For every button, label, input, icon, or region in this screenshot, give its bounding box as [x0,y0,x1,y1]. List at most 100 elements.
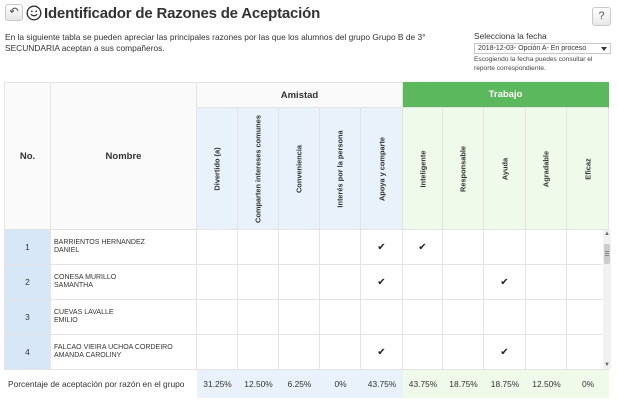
back-button[interactable]: ↶ [5,4,23,21]
reason-cell [320,300,361,335]
reason-cell [443,230,484,265]
column-header-label: Eficaz [583,157,592,180]
student-name-line: DANIEL [54,247,80,254]
student-name: FALCAO VIEIRA UCHOA CORDEIRO AMANDA CAROL… [51,335,197,369]
reason-cell [197,230,238,265]
row-number: 3 [4,300,51,335]
reason-cell [279,300,320,335]
reason-cell [403,300,443,335]
date-select[interactable]: 2018-12-03- Opción A- En proceso [474,43,611,54]
reason-cell [320,335,361,369]
column-header-label: Agradable [541,150,551,187]
table-scrollbar[interactable]: ▲ ▼ [603,230,611,369]
date-select-label: Selecciona la fecha [474,31,547,41]
reason-cell: ✔ [361,265,403,300]
student-name-line: EMILIO [54,317,78,324]
column-header: Agradable [526,108,567,230]
student-name-line: SAMANTHA [54,282,93,289]
reason-cell: ✔ [361,230,403,265]
footer-label: Porcentaje de aceptación por razón en el… [8,379,185,389]
reason-cell [484,300,526,335]
scroll-thumb[interactable] [604,244,610,264]
row-number: 4 [4,335,51,369]
reason-cell [443,265,484,300]
smiley-face-icon [26,5,42,21]
reason-cell [238,265,279,300]
date-select-value: 2018-12-03- Opción A- En proceso [478,45,587,52]
column-header: Ayuda [484,108,526,230]
column-header: Conveniencia [279,108,320,230]
column-header: Interés por la persona [320,108,361,230]
reason-cell [279,265,320,300]
scroll-grip-icon [605,251,609,252]
student-name-line: CONESA MURILLO [54,273,117,281]
percentage-cell: 0% [567,370,609,398]
reason-cell: ✔ [403,230,443,265]
column-header: Divertido (a) [197,108,238,230]
reason-cell [526,300,567,335]
reason-cell [279,230,320,265]
reason-cell: ✔ [484,335,526,369]
date-select-hint: Escogiendo la fecha puedes consultar el … [474,56,593,72]
caret-down-icon [601,47,607,51]
checkmark-icon: ✔ [377,346,386,358]
page-description: En la siguiente tabla se pueden apreciar… [5,32,426,53]
row-number: 1 [4,230,51,265]
header-group-trabajo: Trabajo [403,82,609,108]
checkmark-icon: ✔ [377,241,386,253]
reason-cell [526,230,567,265]
column-header-label: Divertido (a) [212,146,222,191]
reason-cell: ✔ [361,335,403,369]
reason-cell [320,230,361,265]
percentage-cell: 12.50% [238,370,279,398]
acceptance-table: No. Nombre Amistad Trabajo Divertido (a)… [4,82,611,404]
scroll-down-icon[interactable]: ▼ [604,362,610,368]
scroll-up-icon[interactable]: ▲ [604,231,610,237]
student-name-line: AMANDA CAROLINY [54,352,122,359]
column-header: Eficaz [567,108,609,230]
reason-cell [238,300,279,335]
reason-cell [238,230,279,265]
checkmark-icon: ✔ [500,276,509,288]
student-name: CONESA MURILLO SAMANTHA [51,265,197,300]
student-name-line: BARRIENTOS HERNANDEZ [54,238,145,246]
reason-cell: ✔ [484,265,526,300]
percentage-cell: 43.75% [361,370,403,398]
checkmark-icon: ✔ [418,241,427,253]
reason-cell [197,335,238,369]
table-footer: Porcentaje de aceptación por razón en el… [4,369,609,398]
column-header-label: Inteligente [418,150,427,187]
header-no: No. [4,82,51,230]
column-header-label: Conveniencia [294,144,304,193]
header-group-amistad: Amistad [197,82,403,108]
reason-cell [443,300,484,335]
reason-cell [403,265,443,300]
reason-cell [526,265,567,300]
student-name-line: FALCAO VIEIRA UCHOA CORDEIRO [54,343,173,351]
reason-cell [279,335,320,369]
reason-cell [197,300,238,335]
column-header-label: Responsable [458,145,468,192]
percentage-cell: 6.25% [279,370,320,398]
column-header-label: Ayuda [500,157,509,180]
help-button[interactable]: ? [592,7,611,26]
reason-cell [484,230,526,265]
student-name: BARRIENTOS HERNANDEZ DANIEL [51,230,197,265]
checkmark-icon: ✔ [377,276,386,288]
reason-cell [361,300,403,335]
percentage-cell: 12.50% [526,370,567,398]
percentage-cell: 0% [320,370,361,398]
reason-cell [197,265,238,300]
reason-cell [320,265,361,300]
back-arrow-icon: ↶ [9,6,19,18]
column-header: Inteligente [403,108,443,230]
column-header: Apoya y comparte [361,108,403,230]
table-body[interactable]: 1 BARRIENTOS HERNANDEZ DANIEL ✔ ✔ 2 CONESA MUR… [4,230,609,369]
student-name-line: CUEVAS LAVALLE [54,308,114,316]
column-header: Comparten intereses comunes [238,108,279,230]
header-nombre: Nombre [51,82,197,230]
row-number: 2 [4,265,51,300]
column-header-label: Comparten intereses comunes [253,114,263,223]
column-header-label: Interés por la persona [335,129,345,208]
column-header-label: Apoya y comparte [377,136,386,201]
